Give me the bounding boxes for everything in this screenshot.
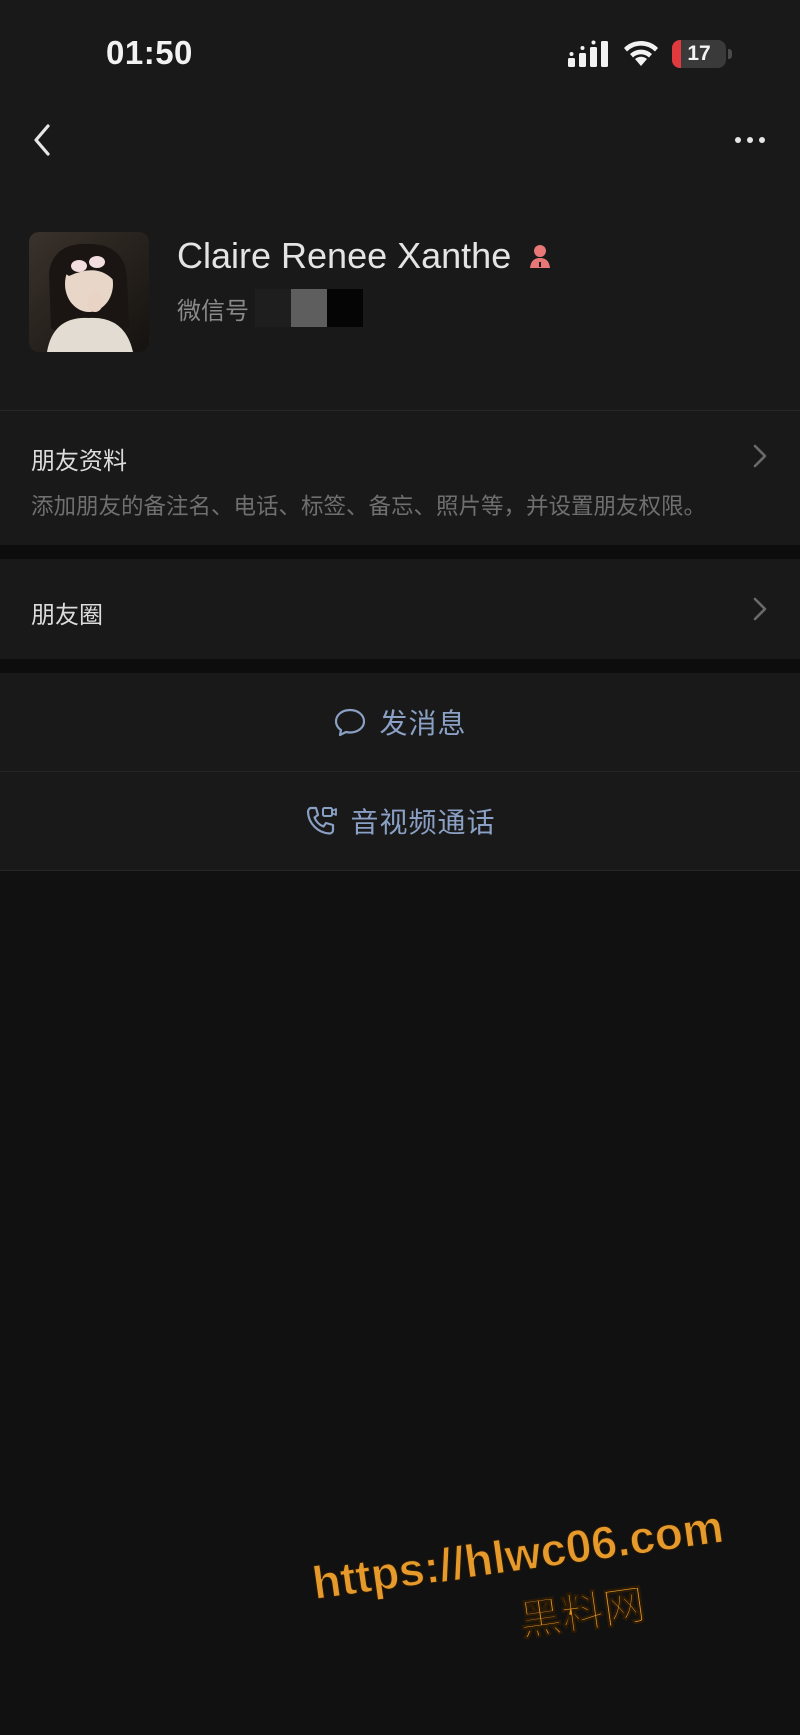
friend-profile-row[interactable]: 朋友资料 添加朋友的备注名、电话、标签、备忘、照片等，并设置朋友权限。 bbox=[0, 411, 800, 545]
friend-profile-title: 朋友资料 bbox=[31, 447, 127, 475]
avatar[interactable] bbox=[29, 232, 149, 352]
wechat-id-label: 微信号 bbox=[177, 296, 249, 325]
status-bar: 01:50 17 bbox=[0, 0, 800, 100]
section-gap bbox=[0, 545, 800, 559]
status-time: 01:50 bbox=[106, 34, 193, 71]
av-call-label: 音视频通话 bbox=[350, 806, 496, 839]
battery-level-text: 17 bbox=[687, 42, 711, 65]
battery-tip bbox=[728, 49, 732, 59]
video-phone-icon bbox=[307, 806, 338, 835]
more-options-button[interactable] bbox=[726, 122, 774, 158]
watermark-text: 黑料网 bbox=[516, 1579, 649, 1646]
divider bbox=[0, 870, 800, 871]
cellular-signal-icon bbox=[568, 40, 608, 67]
avatar-image bbox=[29, 232, 149, 352]
chevron-right-icon bbox=[753, 444, 767, 468]
contact-profile: Claire Renee Xanthe 微信号 bbox=[0, 220, 800, 370]
moments-title: 朋友圈 bbox=[31, 601, 103, 629]
nickname-row: Claire Renee Xanthe bbox=[177, 230, 555, 282]
wifi-icon bbox=[624, 40, 658, 66]
send-message-label: 发消息 bbox=[379, 707, 467, 740]
watermark: https://hlwc06.com 黑料网 bbox=[309, 1494, 773, 1685]
friend-profile-subtitle: 添加朋友的备注名、电话、标签、备忘、照片等，并设置朋友权限。 bbox=[31, 494, 707, 520]
back-button[interactable] bbox=[24, 118, 64, 162]
wechat-id-redaction bbox=[255, 289, 363, 327]
contact-nickname: Claire Renee Xanthe bbox=[177, 235, 512, 276]
chat-bubble-icon bbox=[335, 708, 366, 737]
navigation-bar bbox=[0, 100, 800, 180]
send-message-button[interactable]: 发消息 bbox=[0, 673, 800, 771]
av-call-button[interactable]: 音视频通话 bbox=[0, 772, 800, 870]
section-gap bbox=[0, 659, 800, 673]
moments-row[interactable]: 朋友圈 bbox=[0, 559, 800, 659]
watermark-url: https://hlwc06.com bbox=[309, 1499, 727, 1610]
female-person-icon bbox=[530, 245, 551, 268]
chevron-right-icon bbox=[753, 597, 767, 621]
battery-indicator: 17 bbox=[672, 40, 726, 68]
wechat-id-row: 微信号 bbox=[177, 286, 363, 330]
